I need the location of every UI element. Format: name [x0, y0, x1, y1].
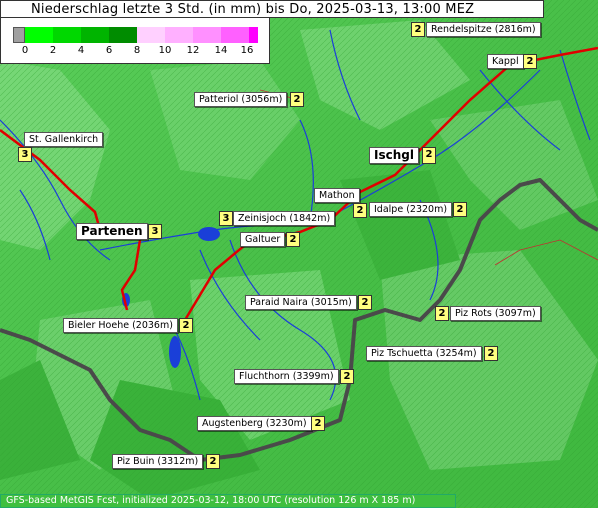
legend-tick: 2: [49, 45, 57, 56]
place-label: Piz Buin (3312m): [112, 454, 204, 469]
legend-swatch-none: [13, 27, 25, 43]
place-label: Rendelspitze (2816m): [426, 22, 541, 37]
legend-tick: 6: [105, 45, 113, 56]
place-label: Mathon: [314, 188, 360, 203]
place-label: Ischgl: [369, 147, 419, 164]
precip-value: 2: [290, 92, 304, 107]
place-label: Galtuer: [240, 232, 286, 247]
legend-tick: 10: [158, 45, 172, 56]
place-label: Zeinisjoch (1842m): [233, 211, 336, 226]
legend-tick: 0: [21, 45, 29, 56]
place-label: Kappl: [487, 54, 524, 69]
legend-swatch-12-14: [193, 27, 221, 43]
place-label: Piz Rots (3097m): [450, 306, 541, 321]
precip-value: 2: [358, 295, 372, 310]
legend-tick: 12: [186, 45, 200, 56]
legend-tick: 16: [240, 45, 254, 56]
precip-value: 2: [179, 318, 193, 333]
forecast-footer: GFS-based MetGIS Fcst, initialized 2025-…: [0, 494, 456, 508]
place-label: Piz Tschuetta (3254m): [366, 346, 482, 361]
place-label: Idalpe (2320m): [369, 202, 453, 217]
legend-tick: 14: [214, 45, 228, 56]
map-title: Niederschlag letzte 3 Std. (in mm) bis D…: [0, 0, 544, 18]
legend-swatch-8-10: [137, 27, 165, 43]
legend-swatch-6-8: [109, 27, 137, 43]
place-label: St. Gallenkirch: [24, 132, 104, 147]
precip-value: 3: [219, 211, 233, 226]
terrain-map: [0, 0, 598, 508]
precip-value: 2: [286, 232, 300, 247]
precip-value: 2: [484, 346, 498, 361]
place-label: Augstenberg (3230m): [197, 416, 312, 431]
precipitation-legend: 0 2 4 6 8 10 12 14 16: [0, 18, 270, 64]
precip-value: 2: [311, 416, 325, 431]
legend-tick: 8: [133, 45, 141, 56]
legend-swatch-16-plus: [249, 27, 258, 43]
precip-value: 2: [353, 203, 367, 218]
place-label: Fluchthorn (3399m): [234, 369, 339, 384]
place-label: Bieler Hoehe (2036m): [63, 318, 178, 333]
place-label: Partenen: [76, 223, 148, 240]
legend-color-bar: [13, 27, 258, 43]
precip-value: 2: [453, 202, 467, 217]
precip-value: 3: [18, 147, 32, 162]
precip-value: 2: [422, 147, 436, 164]
precip-value: 2: [206, 454, 220, 469]
legend-swatch-0-2: [25, 27, 53, 43]
legend-swatch-4-6: [81, 27, 109, 43]
precip-value: 2: [523, 54, 537, 69]
precip-value: 3: [148, 224, 162, 239]
place-label: Patteriol (3056m): [194, 92, 288, 107]
precip-value: 2: [435, 306, 449, 321]
legend-swatch-14-16: [221, 27, 249, 43]
legend-swatch-10-12: [165, 27, 193, 43]
place-label: Paraid Naira (3015m): [245, 295, 357, 310]
legend-tick: 4: [77, 45, 85, 56]
legend-swatch-2-4: [53, 27, 81, 43]
precip-value: 2: [340, 369, 354, 384]
precip-value: 2: [411, 22, 425, 37]
